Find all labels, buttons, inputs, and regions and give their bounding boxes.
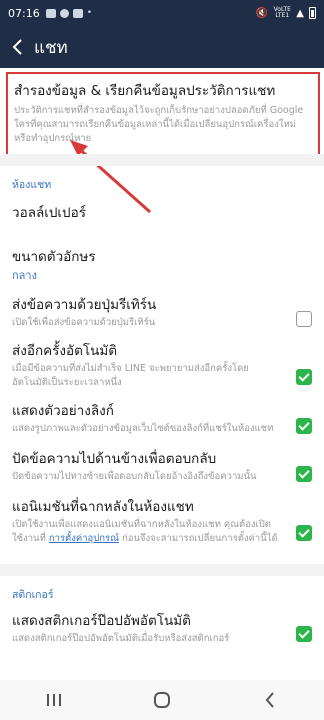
home-icon: [154, 692, 170, 708]
sticker-popup-desc: แสดงสติกเกอร์ป๊อปอัพอัตโนมัติเมื่อรับหรื…: [12, 633, 230, 644]
system-icons: 🔇 VoLTE LTE1 ▲: [256, 7, 316, 19]
chat-animation-desc-post: ก่อนจึงจะสามารถเปลี่ยนการตั้งค่านี้ได้: [121, 533, 278, 544]
app-bar: แชท: [0, 26, 324, 68]
chat-icon: [72, 8, 83, 18]
font-size-value: กลาง: [12, 269, 37, 282]
font-size-title: ขนาดตัวอักษร: [12, 249, 96, 265]
link-preview-desc: แสดงรูปภาพและตัวอย่างข้อมูลเว็บไซต์ของลิ…: [12, 423, 274, 434]
line-icon: [59, 8, 69, 18]
link-preview-item[interactable]: แสดงตัวอย่างลิงก์ แสดงรูปภาพและตัวอย่างข…: [12, 402, 312, 436]
send-enter-item[interactable]: ส่งข้อความด้วยปุ่มรีเทิร์น เปิดใช้เพื่อส…: [12, 296, 312, 330]
sticker-popup-item[interactable]: แสดงสติกเกอร์ป๊อปอัพอัตโนมัติ แสดงสติกเก…: [12, 612, 312, 646]
recent-apps-button[interactable]: [24, 680, 84, 720]
chat-animation-title: แอนิเมชันที่ฉากหลังในห้องแชท: [12, 499, 194, 515]
wallpaper-title: วอลล์เปเปอร์: [12, 205, 86, 221]
status-time: 07:16: [8, 6, 40, 20]
auto-resend-checkbox[interactable]: [296, 369, 312, 385]
send-enter-checkbox[interactable]: [296, 311, 312, 327]
home-button[interactable]: [132, 680, 192, 720]
link-preview-title: แสดงตัวอย่างลิงก์: [12, 403, 114, 419]
backup-restore-item[interactable]: สำรองข้อมูล & เรียกคืนข้อมูลประวัติการแช…: [6, 72, 320, 162]
system-nav-bar: [0, 680, 324, 720]
chat-animation-item[interactable]: แอนิเมชันที่ฉากหลังในห้องแชท เปิดใช้งานเ…: [12, 498, 312, 546]
auto-resend-title: ส่งอีกครั้งอัตโนมัติ: [12, 343, 118, 359]
image-icon: [45, 8, 56, 18]
nav-back-button[interactable]: [240, 680, 300, 720]
recent-apps-icon: [47, 694, 61, 706]
section-sticker: สติกเกอร์: [12, 589, 54, 601]
back-button[interactable]: [0, 26, 34, 68]
notification-icons: •: [45, 8, 93, 18]
swipe-reply-item[interactable]: ปัดข้อความไปด้านข้างเพื่อตอบกลับ ปัดข้อค…: [12, 450, 312, 484]
more-dot-icon: •: [86, 8, 93, 18]
send-enter-desc: เปิดใช้เพื่อส่งข้อความด้วยปุ่มรีเทิร์น: [12, 317, 156, 328]
auto-resend-item[interactable]: ส่งอีกครั้งอัตโนมัติ เมื่อมีข้อความที่ส่…: [12, 342, 312, 390]
battery-icon: [309, 7, 316, 19]
backup-title: สำรองข้อมูล & เรียกคืนข้อมูลประวัติการแช…: [14, 83, 276, 99]
settings-list[interactable]: สำรองข้อมูล & เรียกคืนข้อมูลประวัติการแช…: [0, 68, 324, 680]
swipe-reply-desc: ปัดข้อความไปทางซ้ายเพื่อตอบกลับโดยอ้างอิ…: [12, 471, 257, 482]
send-enter-title: ส่งข้อความด้วยปุ่มรีเทิร์น: [12, 297, 157, 313]
chevron-left-icon: [12, 39, 22, 55]
back-icon: [265, 692, 274, 708]
page-title: แชท: [34, 37, 68, 58]
status-bar: 07:16 • 🔇 VoLTE LTE1 ▲: [0, 0, 324, 26]
section-chat-room: ห้องแชท: [12, 179, 52, 191]
swipe-reply-title: ปัดข้อความไปด้านข้างเพื่อตอบกลับ: [12, 451, 217, 467]
sticker-popup-title: แสดงสติกเกอร์ป๊อปอัพอัตโนมัติ: [12, 613, 191, 629]
network-label: VoLTE LTE1: [273, 6, 291, 19]
link-preview-checkbox[interactable]: [296, 418, 312, 434]
mute-icon: 🔇: [255, 7, 269, 19]
backup-desc: ประวัติการแชทที่สำรองข้อมูลไว้จะถูกเก็บร…: [14, 105, 304, 144]
auto-resend-desc: เมื่อมีข้อความที่ส่งไม่สำเร็จ LINE จะพยา…: [12, 363, 249, 388]
device-settings-link[interactable]: การตั้งค่าอุปกรณ์: [49, 533, 119, 544]
chat-animation-desc: เปิดใช้งานเพื่อแสดงแอนิเมชันที่ฉากหลังใน…: [12, 518, 282, 546]
signal-icon: ▲: [296, 7, 304, 19]
swipe-reply-checkbox[interactable]: [296, 466, 312, 482]
divider: [0, 564, 324, 576]
divider: [0, 154, 324, 166]
sticker-popup-checkbox[interactable]: [296, 626, 312, 642]
chat-animation-checkbox[interactable]: [296, 525, 312, 541]
wallpaper-item[interactable]: วอลล์เปเปอร์: [12, 204, 312, 222]
font-size-item[interactable]: ขนาดตัวอักษร กลาง: [12, 248, 312, 284]
